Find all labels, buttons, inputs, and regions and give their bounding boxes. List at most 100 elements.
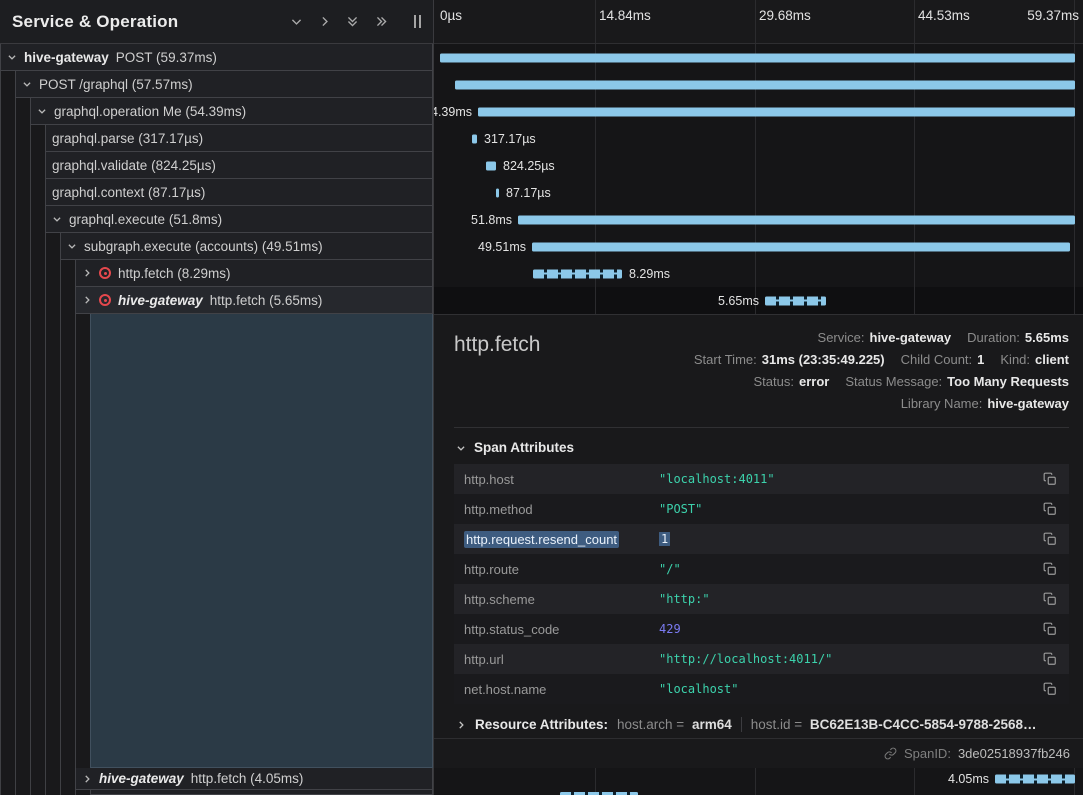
tree-guide-line bbox=[75, 790, 76, 795]
span-duration-label: 51.8ms bbox=[471, 213, 512, 227]
attribute-row[interactable]: http.scheme"http:" bbox=[454, 584, 1069, 614]
attribute-row[interactable]: http.request.resend_count1 bbox=[454, 524, 1069, 554]
tree-guide-line bbox=[30, 125, 31, 152]
span-tree-item[interactable]: graphql.operation Me (54.39ms) bbox=[30, 98, 433, 125]
span-operation-label: graphql.execute (51.8ms) bbox=[69, 212, 222, 227]
attribute-row[interactable]: http.method"POST" bbox=[454, 494, 1069, 524]
chevron-down-icon[interactable] bbox=[37, 106, 47, 116]
tree-guide-line bbox=[30, 233, 31, 260]
span-bar[interactable] bbox=[533, 269, 622, 278]
chevron-down-icon bbox=[456, 443, 466, 453]
timeline-cell: 824.25µs bbox=[434, 152, 1083, 179]
span-bar[interactable] bbox=[518, 215, 1075, 224]
chevron-down-icon[interactable] bbox=[52, 214, 62, 224]
span-bar[interactable] bbox=[486, 161, 496, 170]
span-bar[interactable] bbox=[472, 134, 477, 143]
span-attributes-toggle[interactable]: Span Attributes bbox=[456, 440, 1069, 455]
ruler-tick-label: 14.84ms bbox=[599, 8, 651, 23]
span-tree-item[interactable]: graphql.context (87.17µs) bbox=[45, 179, 433, 206]
chevron-right-icon[interactable] bbox=[82, 295, 92, 305]
span-tree-item[interactable] bbox=[90, 790, 433, 795]
copy-icon[interactable] bbox=[1041, 560, 1059, 578]
tree-guide-line bbox=[30, 152, 31, 179]
attribute-row[interactable]: http.url"http://localhost:4011/" bbox=[454, 644, 1069, 674]
span-duration-label: 5.65ms bbox=[718, 294, 759, 308]
tree-guide-line bbox=[45, 287, 46, 314]
copy-icon[interactable] bbox=[1041, 620, 1059, 638]
span-bar[interactable] bbox=[765, 296, 826, 305]
span-detail-row: http.fetch Service:hive-gatewayDuration:… bbox=[0, 314, 1083, 768]
double-chevron-down-icon[interactable] bbox=[346, 14, 359, 29]
chevron-down-icon[interactable] bbox=[22, 79, 32, 89]
meta-key: Child Count: bbox=[901, 352, 973, 367]
copy-icon[interactable] bbox=[1041, 530, 1059, 548]
panel-resize-handle[interactable] bbox=[414, 15, 421, 28]
span-tree-item[interactable]: hive-gatewayhttp.fetch (5.65ms) bbox=[75, 287, 433, 314]
span-bar[interactable] bbox=[532, 242, 1070, 251]
span-operation-label: graphql.operation Me (54.39ms) bbox=[54, 104, 246, 119]
tree-guide-line bbox=[15, 179, 16, 206]
span-tree-item[interactable]: hive-gatewayPOST (59.37ms) bbox=[0, 44, 433, 71]
timeline-ruler: 0µs14.84ms29.68ms44.53ms59.37ms bbox=[434, 0, 1083, 44]
copy-icon[interactable] bbox=[1041, 650, 1059, 668]
tree-guide-line bbox=[30, 790, 31, 795]
span-meta-pair: Library Name:hive-gateway bbox=[901, 396, 1069, 411]
tree-guide-line bbox=[30, 287, 31, 314]
timeline-cell bbox=[434, 44, 1083, 71]
double-chevron-right-icon[interactable] bbox=[374, 15, 389, 28]
timeline-cell: 87.17µs bbox=[434, 179, 1083, 206]
copy-icon[interactable] bbox=[1041, 470, 1059, 488]
span-tree-item[interactable]: graphql.validate (824.25µs) bbox=[45, 152, 433, 179]
attribute-row[interactable]: http.host"localhost:4011" bbox=[454, 464, 1069, 494]
copy-icon[interactable] bbox=[1041, 680, 1059, 698]
span-tree-item[interactable]: hive-gatewayhttp.fetch (4.05ms) bbox=[75, 768, 433, 790]
span-bar[interactable] bbox=[995, 775, 1075, 784]
attribute-row[interactable]: http.status_code429 bbox=[454, 614, 1069, 644]
chevron-down-icon[interactable] bbox=[290, 15, 303, 28]
ruler-tick-label: 59.37ms bbox=[1027, 8, 1079, 23]
resource-value: arm64 bbox=[692, 717, 732, 732]
attribute-key: http.url bbox=[464, 652, 659, 667]
attribute-row[interactable]: http.route"/" bbox=[454, 554, 1069, 584]
span-bar[interactable] bbox=[455, 80, 1075, 89]
span-tree-item[interactable]: graphql.parse (317.17µs) bbox=[45, 125, 433, 152]
trace-viewer-window: Service & Operation 0µs14.84ms29.68ms44.… bbox=[0, 0, 1083, 795]
expanded-span-region[interactable] bbox=[90, 314, 433, 768]
span-bar[interactable] bbox=[478, 107, 1075, 116]
tree-guide-line bbox=[0, 125, 1, 152]
tree-guide-line bbox=[60, 260, 61, 287]
span-tree-item[interactable]: graphql.execute (51.8ms) bbox=[45, 206, 433, 233]
copy-icon[interactable] bbox=[1041, 590, 1059, 608]
attribute-value: "/" bbox=[659, 562, 1033, 576]
chevron-right-icon[interactable] bbox=[82, 774, 92, 784]
tree-guide-line bbox=[15, 314, 16, 768]
chevron-down-icon[interactable] bbox=[67, 241, 77, 251]
span-row: hive-gatewayhttp.fetch (4.05ms)4.05ms bbox=[0, 768, 1083, 790]
meta-value: 5.65ms bbox=[1025, 330, 1069, 345]
tree-guide-line bbox=[15, 152, 16, 179]
attribute-row[interactable]: net.host.name"localhost" bbox=[454, 674, 1069, 704]
tree-guide-line bbox=[15, 768, 16, 790]
span-bar[interactable] bbox=[496, 188, 499, 197]
tree-guide-line bbox=[45, 790, 46, 795]
expanded-tree-area bbox=[0, 314, 434, 768]
resource-attributes-toggle[interactable]: Resource Attributes: host.arch = arm64ho… bbox=[456, 717, 1069, 732]
span-bar[interactable] bbox=[440, 53, 1075, 62]
span-tree-item[interactable]: subgraph.execute (accounts) (49.51ms) bbox=[60, 233, 433, 260]
span-rows-bottom: hive-gatewayhttp.fetch (4.05ms)4.05ms bbox=[0, 768, 1083, 795]
span-operation-label: http.fetch (5.65ms) bbox=[210, 293, 323, 308]
chevron-right-icon[interactable] bbox=[318, 15, 331, 28]
tree-guide-line bbox=[30, 206, 31, 233]
tree-guide-line bbox=[15, 790, 16, 795]
attribute-key: http.route bbox=[464, 562, 659, 577]
chevron-down-icon[interactable] bbox=[7, 52, 17, 62]
span-rows: hive-gatewayPOST (59.37ms)POST /graphql … bbox=[0, 44, 1083, 314]
copy-icon[interactable] bbox=[1041, 500, 1059, 518]
span-operation-label: subgraph.execute (accounts) (49.51ms) bbox=[84, 239, 323, 254]
span-tree-item[interactable]: http.fetch (8.29ms) bbox=[75, 260, 433, 287]
attribute-value: "POST" bbox=[659, 502, 1033, 516]
span-tree-item[interactable]: POST /graphql (57.57ms) bbox=[15, 71, 433, 98]
chevron-right-icon[interactable] bbox=[82, 268, 92, 278]
link-icon[interactable] bbox=[884, 747, 897, 760]
tree-guide-line bbox=[15, 98, 16, 125]
